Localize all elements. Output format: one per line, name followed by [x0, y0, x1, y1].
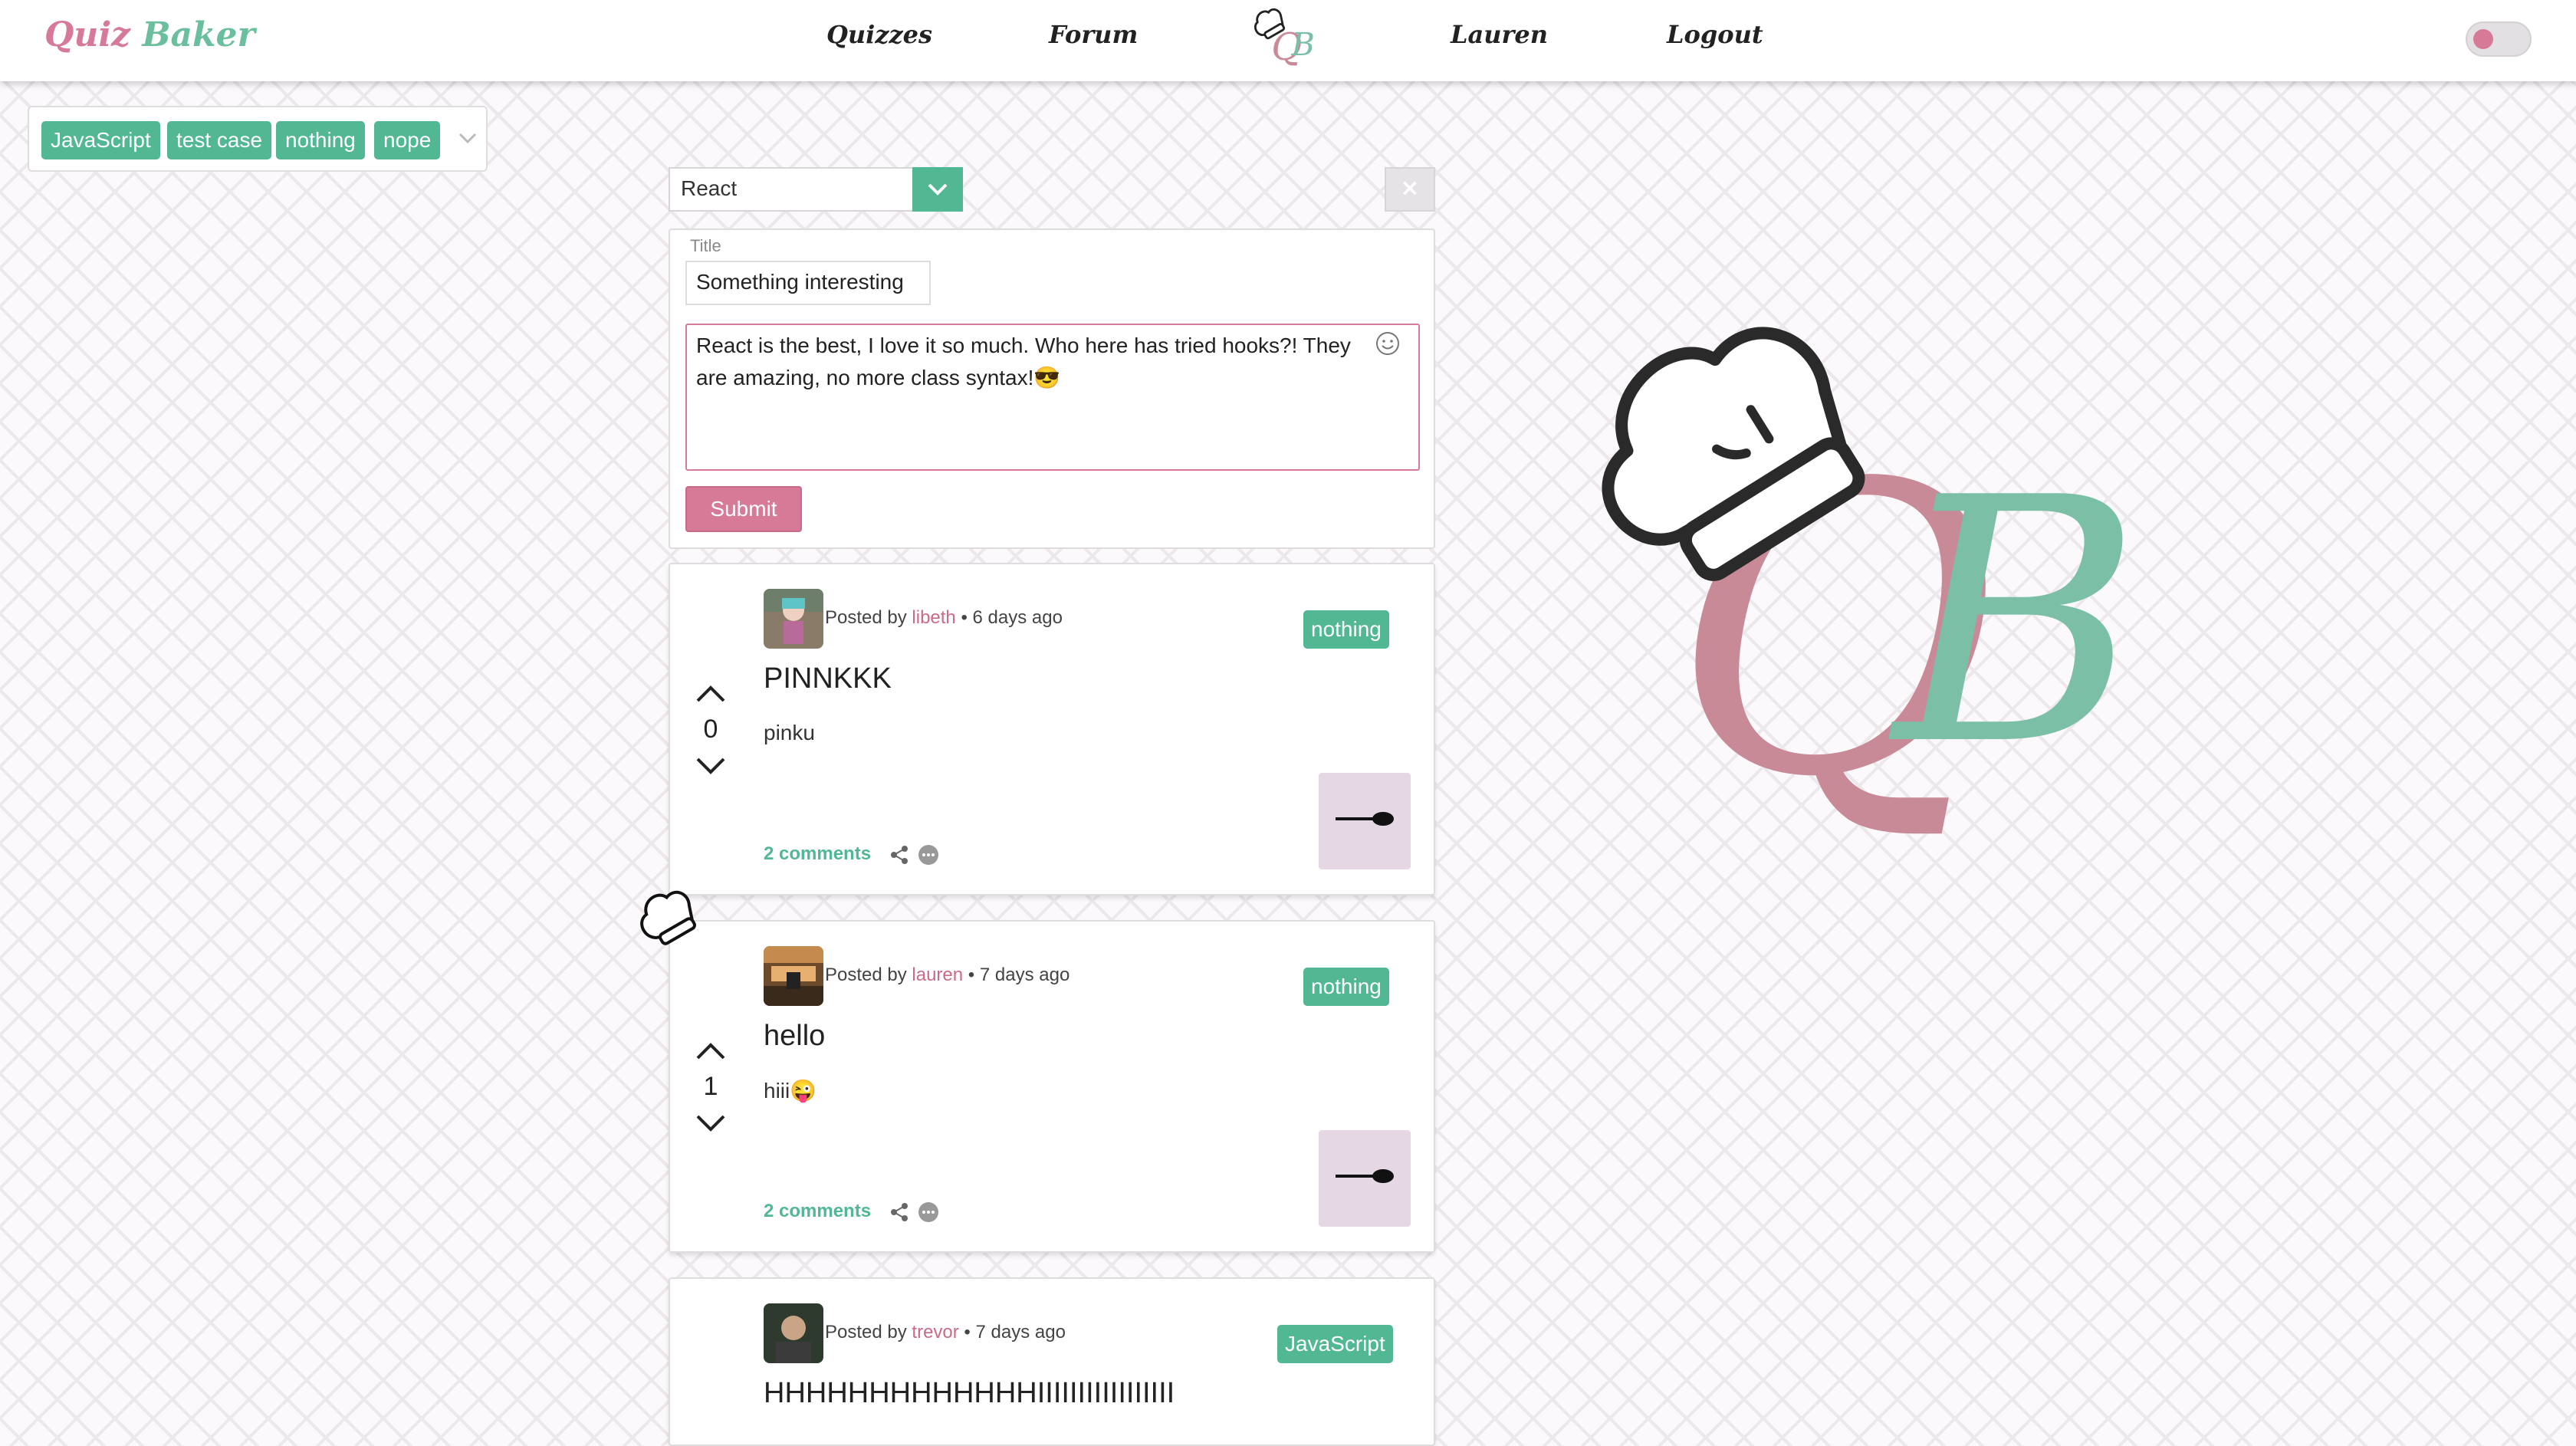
- filter-chip-nope[interactable]: nope: [374, 121, 441, 159]
- post-age: • 7 days ago: [958, 1322, 1066, 1342]
- post-body: hiii😜: [764, 1079, 817, 1103]
- post-card: Posted by lauren • 7 days ago nothing he…: [669, 920, 1435, 1253]
- avatar[interactable]: [764, 589, 823, 649]
- spoon-button[interactable]: [1319, 1130, 1411, 1227]
- post-meta: Posted by trevor • 7 days ago: [825, 1322, 1066, 1343]
- post-tag[interactable]: nothing: [1303, 610, 1389, 649]
- post-tag[interactable]: nothing: [1303, 968, 1389, 1006]
- post-card: Posted by libeth • 6 days ago nothing PI…: [669, 563, 1435, 896]
- comments-link[interactable]: 2 comments: [764, 843, 871, 865]
- nav-forum[interactable]: Forum: [1049, 20, 1138, 49]
- toggle-knob: [2473, 29, 2493, 49]
- quiz-baker-logo: Q B: [1602, 327, 2141, 864]
- avatar[interactable]: [764, 1303, 823, 1363]
- post-meta: Posted by lauren • 7 days ago: [825, 965, 1070, 986]
- category-value: React: [681, 176, 738, 200]
- post-card: Posted by trevor • 7 days ago JavaScript…: [669, 1277, 1435, 1446]
- close-button[interactable]: ×: [1385, 167, 1435, 212]
- theme-toggle[interactable]: [2466, 21, 2532, 57]
- smiley-icon[interactable]: [1374, 330, 1401, 357]
- filter-chip-javascript[interactable]: JavaScript: [41, 121, 160, 159]
- vote-count: 0: [703, 715, 718, 744]
- spoon-button[interactable]: [1319, 773, 1411, 869]
- arrow-down-icon[interactable]: [692, 1110, 730, 1138]
- top-navbar: Quiz Baker Quizzes Forum Q B Lauren Logo…: [0, 0, 2576, 81]
- post-author[interactable]: lauren: [912, 965, 963, 985]
- tag-filter[interactable]: JavaScript test case nothing nope: [28, 106, 488, 172]
- post-body: pinku: [764, 721, 815, 744]
- logo-letter-b: B: [1888, 426, 2141, 819]
- spoon-icon: [1336, 1169, 1394, 1227]
- posted-by-label: Posted by: [825, 965, 912, 985]
- share-icon[interactable]: [888, 1201, 911, 1224]
- category-select[interactable]: React: [669, 167, 963, 212]
- more-icon[interactable]: [917, 1201, 940, 1224]
- body-textarea[interactable]: React is the best, I love it so much. Wh…: [685, 324, 1420, 471]
- arrow-down-icon[interactable]: [692, 753, 730, 781]
- brand-logo-text[interactable]: Quiz Baker: [44, 15, 255, 54]
- brand-part1: Quiz: [44, 15, 143, 54]
- post-age: • 7 days ago: [963, 965, 1070, 985]
- chef-hat-icon: [640, 890, 696, 945]
- post-tag[interactable]: JavaScript: [1277, 1325, 1393, 1363]
- post-title[interactable]: hello: [764, 1020, 825, 1053]
- filter-chip-test-case[interactable]: test case: [167, 121, 272, 159]
- chevron-down-icon: [928, 183, 948, 196]
- post-author[interactable]: trevor: [912, 1322, 958, 1342]
- category-dropdown-button[interactable]: [912, 167, 963, 212]
- avatar[interactable]: [764, 946, 823, 1006]
- filter-chip-nothing[interactable]: nothing: [276, 121, 365, 159]
- new-post-form: Title Something interesting React is the…: [669, 228, 1435, 549]
- spoon-icon: [1336, 812, 1394, 869]
- posted-by-label: Posted by: [825, 1322, 912, 1342]
- chef-hat-logo-icon[interactable]: Q B: [1250, 5, 1322, 77]
- nav-quizzes[interactable]: Quizzes: [826, 20, 932, 49]
- more-icon[interactable]: [917, 843, 940, 866]
- arrow-up-icon[interactable]: [692, 1037, 730, 1064]
- post-title[interactable]: PINNKKK: [764, 662, 892, 695]
- brand-part2: Baker: [142, 15, 255, 54]
- nav-user[interactable]: Lauren: [1451, 20, 1548, 49]
- post-author[interactable]: libeth: [912, 607, 955, 628]
- post-title[interactable]: HHHHHHHHHHHHHIIIIIIIIIIIIIIIII: [764, 1377, 1175, 1410]
- title-input[interactable]: Something interesting: [685, 261, 931, 305]
- title-label: Title: [690, 236, 721, 255]
- vote-count: 1: [703, 1072, 718, 1101]
- comments-link[interactable]: 2 comments: [764, 1201, 871, 1222]
- nav-logout[interactable]: Logout: [1667, 20, 1763, 49]
- logo-letter-b: B: [1291, 26, 1315, 63]
- post-meta: Posted by libeth • 6 days ago: [825, 607, 1063, 629]
- arrow-up-icon[interactable]: [692, 679, 730, 707]
- chevron-down-icon[interactable]: [452, 123, 483, 153]
- submit-button[interactable]: Submit: [685, 486, 802, 532]
- share-icon[interactable]: [888, 843, 911, 866]
- posted-by-label: Posted by: [825, 607, 912, 628]
- post-age: • 6 days ago: [955, 607, 1063, 628]
